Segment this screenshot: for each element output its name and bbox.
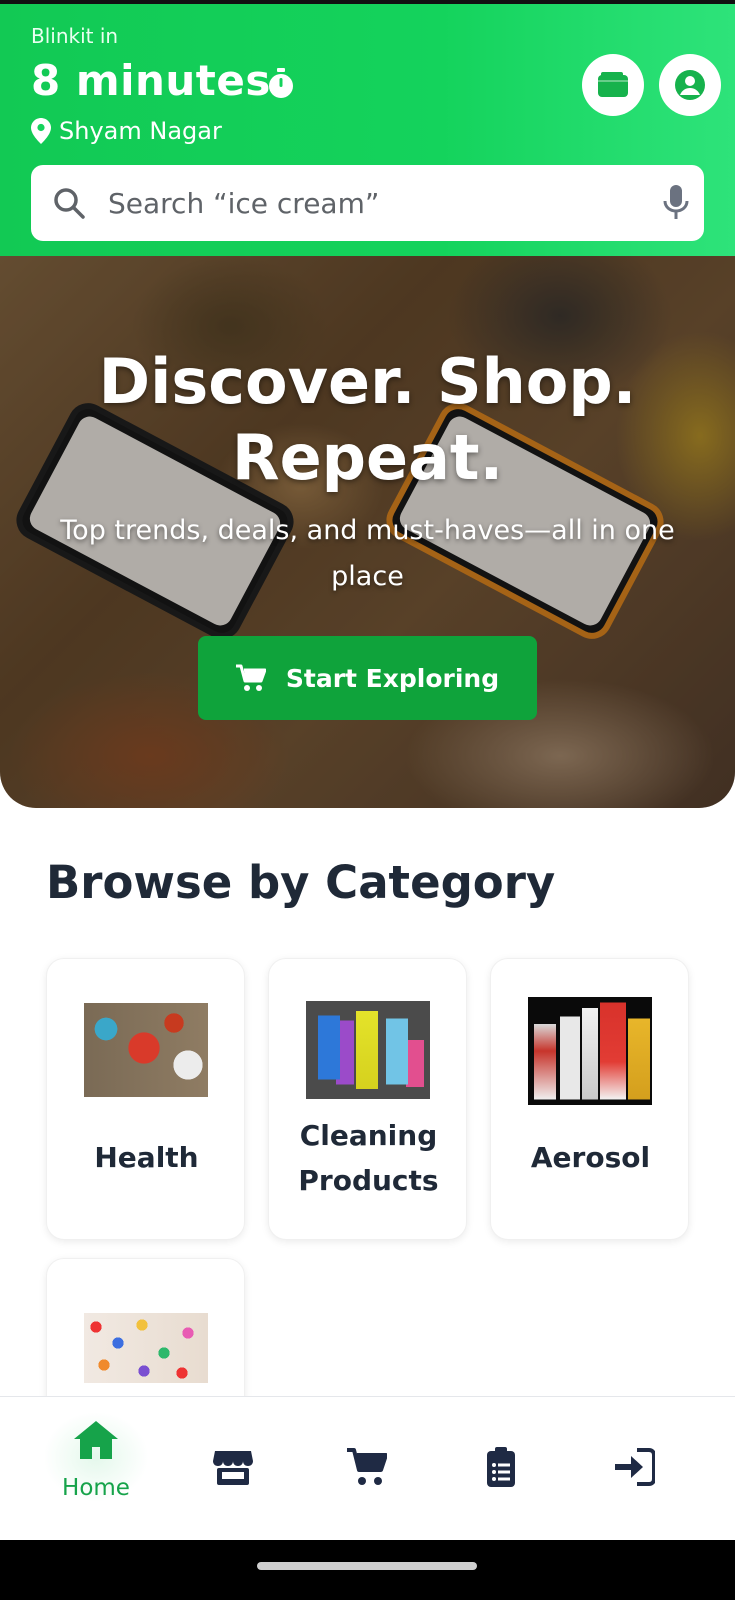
user-account-icon: [675, 70, 705, 100]
hero-banner: Discover. Shop. Repeat. Top trends, deal…: [0, 256, 735, 808]
category-card-cleaning-products[interactable]: Cleaning Products: [268, 958, 467, 1240]
wallet-button[interactable]: [582, 54, 644, 116]
bottom-navigation: Home: [0, 1396, 735, 1541]
search-icon: [54, 188, 85, 219]
delivery-eta-label: Blinkit in: [31, 24, 119, 48]
hero-subtitle: Top trends, deals, and must-haves—all in…: [60, 515, 675, 592]
search-bar[interactable]: [31, 165, 704, 241]
app-header: Blinkit in 8 minutes Shyam Nagar: [0, 4, 735, 256]
nav-home[interactable]: Home: [36, 1397, 156, 1541]
hero-title: Discover. Shop. Repeat.: [98, 345, 637, 494]
category-card-health[interactable]: Health: [46, 958, 245, 1240]
location-name: Shyam Nagar: [59, 117, 222, 145]
home-icon: [74, 1421, 118, 1459]
home-gesture-handle[interactable]: [257, 1562, 477, 1570]
microphone-icon[interactable]: [663, 185, 689, 221]
category-label: Cleaning Products: [298, 1119, 439, 1197]
stopwatch-icon: [269, 68, 293, 98]
login-icon[interactable]: [615, 1447, 655, 1487]
map-pin-icon: [31, 118, 51, 144]
orders-clipboard-icon[interactable]: [481, 1447, 521, 1487]
delivery-eta-value: 8 minutes: [31, 56, 271, 105]
system-gesture-bar: [0, 1540, 735, 1600]
start-exploring-button[interactable]: Start Exploring: [198, 636, 537, 720]
cart-icon[interactable]: [347, 1447, 387, 1487]
health-category-image: [84, 1003, 208, 1097]
browse-category-heading: Browse by Category: [46, 856, 556, 909]
search-input[interactable]: [108, 181, 628, 225]
medicine-category-image: [84, 1313, 208, 1383]
wallet-icon: [598, 72, 628, 97]
nav-home-label: Home: [62, 1475, 130, 1501]
start-exploring-label: Start Exploring: [285, 663, 500, 693]
cleaning-products-category-image: [306, 1001, 430, 1099]
category-label: Health: [94, 1141, 199, 1174]
store-icon[interactable]: [213, 1447, 253, 1487]
category-label: Aerosol: [530, 1141, 651, 1174]
profile-button[interactable]: [659, 54, 721, 116]
category-card-aerosol[interactable]: Aerosol: [490, 958, 689, 1240]
aerosol-category-image: [528, 997, 652, 1105]
shopping-cart-icon: [235, 664, 266, 691]
